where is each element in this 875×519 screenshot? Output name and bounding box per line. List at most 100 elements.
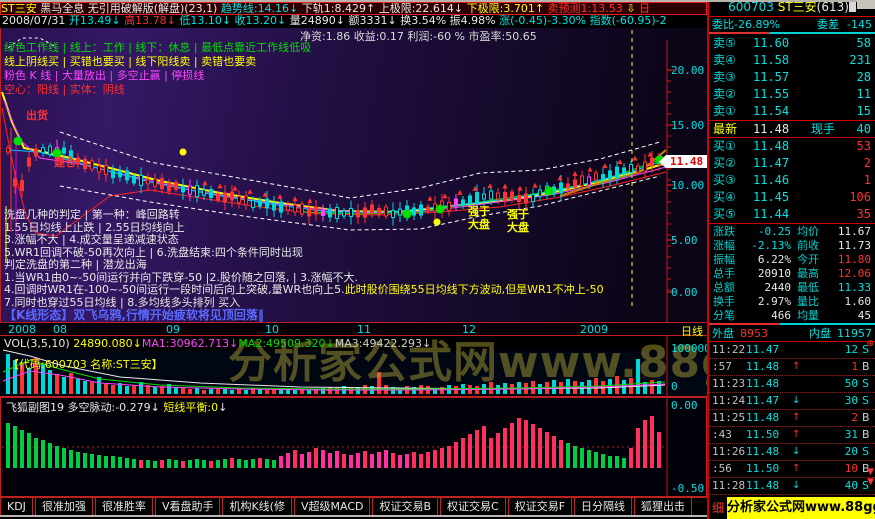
text-segment: 趋势线:14.16↓	[220, 2, 299, 15]
level-label: 买①	[713, 139, 736, 153]
bid-row[interactable]: 买① 11.48 53	[709, 138, 875, 155]
weibi-label: 委比	[712, 18, 734, 31]
level-price: 11.48	[753, 139, 790, 153]
tab-V看盘助手[interactable]: V看盘助手	[154, 498, 221, 515]
ask-row[interactable]: 卖④ 11.58 231	[709, 52, 875, 69]
latest-price-row: 最新 11.48 现手 40	[709, 120, 875, 138]
ask-row[interactable]: 卖② 11.55 11	[709, 86, 875, 103]
date-axis-label: 10	[265, 323, 279, 336]
bid-row[interactable]: 买③ 11.46 1	[709, 172, 875, 189]
date-axis-label: 09	[166, 323, 180, 336]
current-lot-value: 40	[856, 122, 871, 136]
stat-value: 11.33	[837, 281, 871, 294]
tick-time: 11:23	[712, 377, 746, 390]
note-line: 4.回调时WR1在-100~-50间运行一段时间后向上突破,量WR也向上5.此时…	[4, 283, 604, 297]
date-axis-label: 2009	[580, 323, 608, 336]
tab-V超级MACD[interactable]: V超级MACD	[293, 498, 371, 515]
tab-权证交易C[interactable]: 权证交易C	[440, 498, 506, 515]
tick-row[interactable]: :43 11.50 ↑ 31 B	[709, 427, 875, 444]
date-axis-label: 11	[357, 323, 371, 336]
stat-value: 12.06	[837, 267, 871, 280]
tab-权证交易F[interactable]: 权证交易F	[507, 498, 573, 515]
signal-legend-line: 线上阴线买 | 买错也要买 | 线下阳线卖 | 卖错也要卖	[4, 56, 257, 68]
stat-label: 总额	[713, 281, 735, 294]
text-segment: MA3:49422.293↓	[334, 337, 432, 350]
tab-很准胜率[interactable]: 很准胜率	[94, 498, 153, 515]
chart-annotation: 强于	[468, 205, 490, 218]
latest-label: 最新	[713, 122, 738, 136]
weicha-label: 委差	[817, 18, 840, 31]
text-segment: 低13.10↓	[175, 15, 232, 27]
tick-price: 11.48	[746, 445, 780, 458]
chart-annotation: 强于	[507, 208, 529, 221]
text-segment: 下极限:3.701↑	[463, 2, 545, 15]
down-arrow-icon: ↓	[792, 395, 801, 406]
period-label[interactable]: 日线	[681, 323, 703, 339]
note-line-yellow: 此时股价围绕55日均线下方波动,但是WR1不冲上-50	[344, 283, 604, 296]
tab-权证交易B[interactable]: 权证交易B	[372, 498, 439, 515]
tab-很准加强[interactable]: 很准加强	[34, 498, 93, 515]
bid-row[interactable]: 买⑤ 11.44 35	[709, 206, 875, 223]
tick-row[interactable]: 11:22 11.47 12 S	[709, 342, 875, 359]
ask-queue: 卖⑤ 11.60 58 卖④ 11.58 231 卖③ 11.57 28 卖② 11.55 11 卖① 1…	[709, 35, 875, 120]
tick-row[interactable]: 11:28 11.48 ↓ 40 S	[709, 478, 875, 495]
text-segment: 量24890↓	[286, 15, 345, 27]
no-arrow	[792, 342, 802, 358]
tab-机构K线(修[interactable]: 机构K线(修	[222, 498, 292, 515]
tick-row[interactable]: :56 11.50 ↑ 10 B	[709, 461, 875, 478]
quote-panel-header[interactable]: 600703 ST三安(613)	[709, 0, 875, 17]
level-label: 买③	[713, 173, 736, 187]
tick-time: :57	[712, 360, 732, 373]
stat-label: 换手	[713, 295, 735, 308]
tick-row[interactable]: :57 11.48 ↑ 1 B	[709, 359, 875, 376]
down-arrow-icon: ↓	[792, 446, 801, 457]
tick-time: 11:26	[712, 445, 746, 458]
date-axis-label: 2008	[8, 323, 36, 336]
detail-tab[interactable]: 细	[712, 499, 724, 516]
outer-value: 8953	[740, 327, 768, 340]
text-segment: 高13.78↓	[120, 15, 176, 27]
tick-volume: 40	[844, 479, 858, 492]
ask-row[interactable]: 卖③ 11.57 28	[709, 69, 875, 86]
panel-bottom: 细 分析家公式网www.88gg.com	[709, 497, 875, 519]
ohlc-bar: 2008/07/31 开13.49↓ 高13.78↓ 低13.10↓ 收13.2…	[2, 15, 707, 28]
text-segment: 振4.98%	[449, 15, 500, 27]
tick-list[interactable]: 11:22 11.47 12 S:57 11.48 ↑ 1 B 11:23 11.48 50 S 11:…	[709, 342, 875, 495]
text-segment: MA1:30962.713↓	[141, 337, 239, 350]
level-label: 卖②	[713, 87, 736, 101]
level-count: 1	[863, 173, 871, 187]
tab-日分隔线[interactable]: 日分隔线	[574, 498, 633, 515]
tick-price: 11.47	[746, 343, 780, 356]
tick-row[interactable]: 11:24 11.47 ↓ 30 S	[709, 393, 875, 410]
volume-indicator-title: VOL(3,5,10) 24890.080↓MA1:30962.713↓MA2:…	[4, 337, 431, 350]
scroll-down-icon[interactable]: ▼	[867, 468, 874, 477]
level-count: 11	[856, 87, 871, 101]
bid-row[interactable]: 买④ 11.45 106	[709, 189, 875, 206]
scroll-down2-icon[interactable]: ▼	[867, 478, 874, 487]
text-segment: 黑马全息 无引用破解版(解盘)(23,1)	[36, 2, 221, 15]
level-label: 买②	[713, 156, 736, 170]
tick-time: 11:24	[712, 394, 746, 407]
bar-cyan	[780, 323, 875, 325]
tick-volume: 30	[844, 394, 858, 407]
stat-label: 均价	[797, 225, 819, 238]
tick-volume: 1	[851, 360, 858, 373]
current-lot-label: 现手	[811, 122, 836, 136]
stat-label: 最高	[797, 267, 819, 280]
bid-row[interactable]: 买② 11.47 2	[709, 155, 875, 172]
tick-row[interactable]: 11:26 11.48 ↓ 20 S	[709, 444, 875, 461]
tick-row[interactable]: 11:23 11.48 50 S	[709, 376, 875, 393]
weibi-row: 委比 -26.89% 委差 -145	[709, 17, 875, 32]
scroll-up-icon[interactable]: ⊕	[866, 340, 874, 349]
bid-queue: 买① 11.48 53 买② 11.47 2 买③ 11.46 1 买④ 11.45 106 买⑤ 11.…	[709, 138, 875, 223]
last-price-marker: 11.48	[659, 155, 708, 168]
window-corner-button[interactable]	[857, 0, 875, 9]
ask-row[interactable]: 卖⑤ 11.60 58	[709, 35, 875, 52]
stat-label: 最低	[797, 281, 819, 294]
stock-name: ST三安	[777, 0, 817, 14]
tab-狐狸出击[interactable]: 狐狸出击	[634, 498, 693, 515]
tick-row[interactable]: 11:25 11.48 ↑ 2 B	[709, 410, 875, 427]
tab-KDJ[interactable]: KDJ	[0, 498, 33, 515]
price-axis-label: 15.00	[671, 119, 705, 132]
ask-row[interactable]: 卖① 11.54 15	[709, 103, 875, 120]
